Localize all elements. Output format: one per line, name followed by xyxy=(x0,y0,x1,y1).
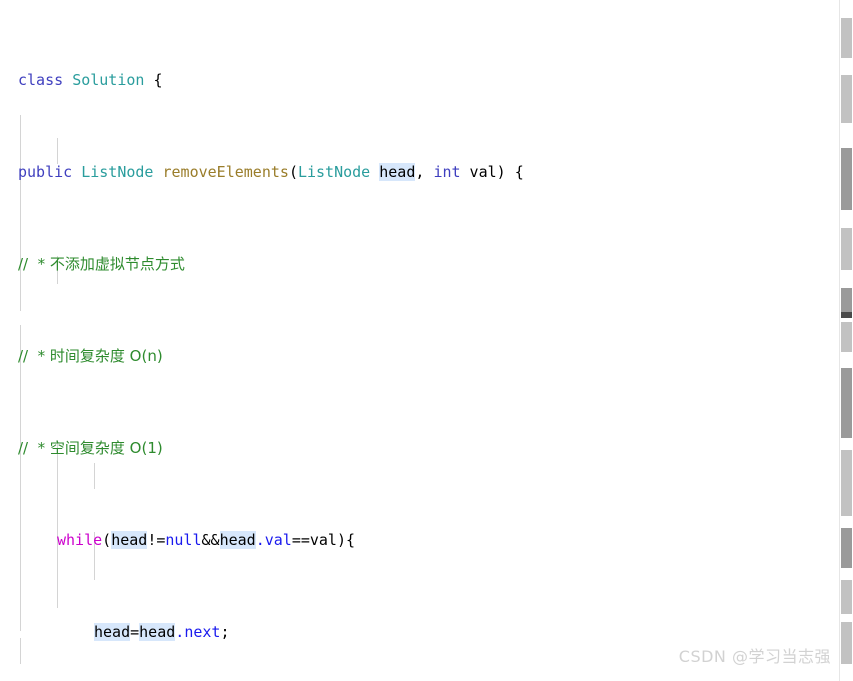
scrollbar-segment[interactable] xyxy=(841,288,852,312)
token-identifier-head: head xyxy=(219,531,256,549)
csdn-watermark: CSDN @学习当志强 xyxy=(678,647,831,666)
scrollbar-segment[interactable] xyxy=(841,622,852,664)
scrollbar-segment[interactable] xyxy=(841,368,852,438)
code-line[interactable]: // * 不添加虚拟节点方式 xyxy=(0,253,840,276)
vertical-scrollbar[interactable] xyxy=(839,0,853,681)
token-keyword: while xyxy=(57,531,103,549)
code-line[interactable]: class Solution { xyxy=(0,69,840,92)
token-literal-null: null xyxy=(165,531,202,549)
token-comment: // * 时间复杂度 O(n) xyxy=(18,347,163,365)
token-method: removeElements xyxy=(162,163,289,181)
code-line[interactable]: head=head.next; xyxy=(0,621,840,644)
token-keyword: int xyxy=(433,163,461,181)
scrollbar-segment[interactable] xyxy=(841,148,852,210)
code-line[interactable]: // * 空间复杂度 O(1) xyxy=(0,437,840,460)
scrollbar-segment[interactable] xyxy=(841,228,852,270)
scrollbar-segment[interactable] xyxy=(841,580,852,614)
token-type: Solution xyxy=(72,71,145,89)
token-comment: // * 不添加虚拟节点方式 xyxy=(18,255,185,273)
token-identifier-head: head xyxy=(94,623,131,641)
scrollbar-segment[interactable] xyxy=(841,75,852,123)
token-field: next xyxy=(184,623,221,641)
token-keyword: class xyxy=(18,71,64,89)
code-line[interactable]: // * 时间复杂度 O(n) xyxy=(0,345,840,368)
token-field: val xyxy=(264,531,292,549)
token-type: ListNode xyxy=(297,163,371,181)
code-editor[interactable]: class Solution { public ListNode removeE… xyxy=(0,0,853,681)
scrollbar-cursor-marker[interactable] xyxy=(841,312,852,318)
token-identifier-head: head xyxy=(379,163,416,181)
code-content[interactable]: class Solution { public ListNode removeE… xyxy=(0,0,840,681)
scrollbar-segment[interactable] xyxy=(841,528,852,568)
scrollbar-segment[interactable] xyxy=(841,322,852,352)
code-line[interactable]: while(head!=null&&head.val==val){ xyxy=(0,529,840,552)
token-identifier-head: head xyxy=(139,623,176,641)
token-type: ListNode xyxy=(81,163,154,181)
token-identifier-head: head xyxy=(111,531,148,549)
token-comment: // * 空间复杂度 O(1) xyxy=(18,439,163,457)
scrollbar-segment[interactable] xyxy=(841,450,852,516)
token-keyword: public xyxy=(18,163,73,181)
scrollbar-segment[interactable] xyxy=(841,18,852,58)
code-line[interactable]: public ListNode removeElements(ListNode … xyxy=(0,161,840,184)
